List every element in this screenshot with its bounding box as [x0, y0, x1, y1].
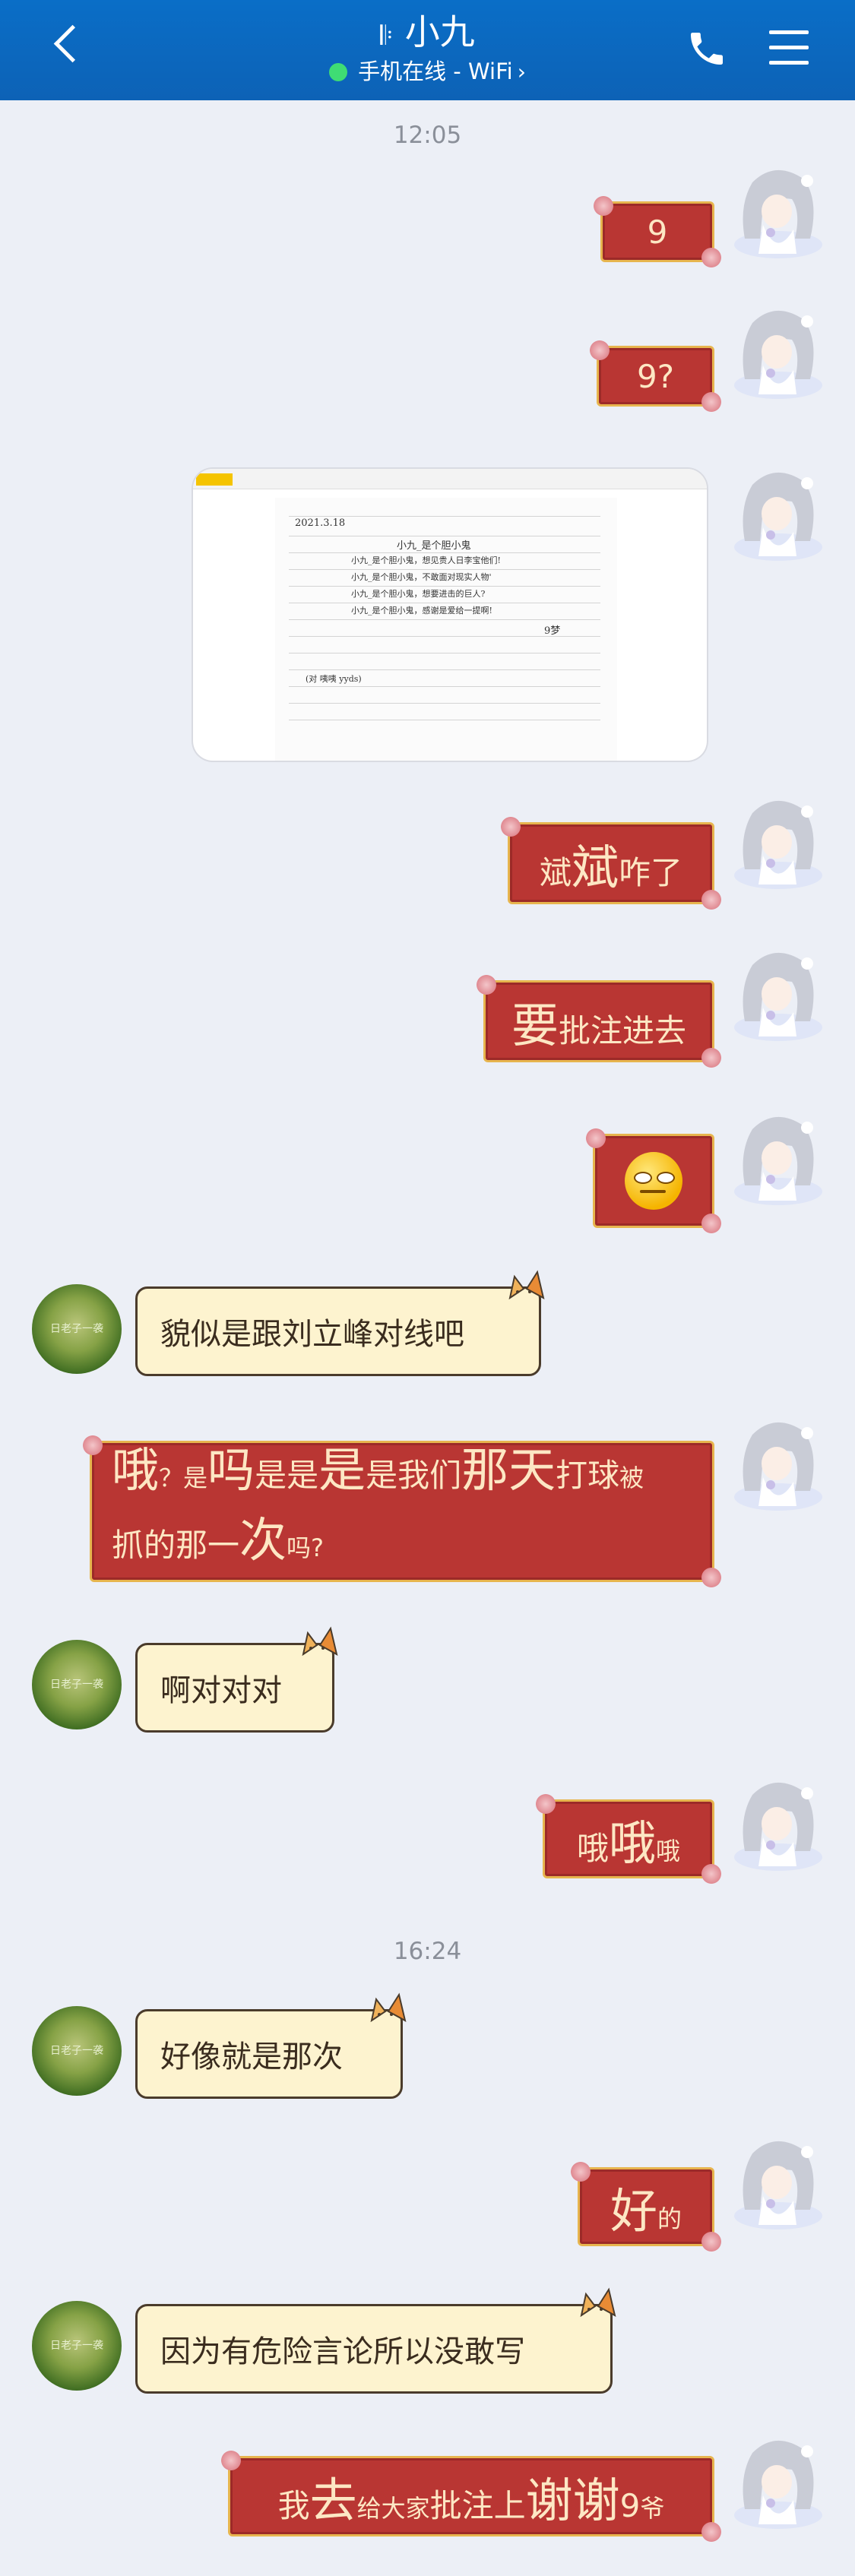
- cat-ears-icon: [580, 2287, 616, 2317]
- doc-line: 小九_是个胆小鬼，不敢面对现实人物': [351, 572, 492, 582]
- self-avatar[interactable]: [722, 462, 828, 568]
- message-text: 那天: [461, 1442, 556, 1498]
- message-text: 好像就是那次: [160, 2040, 343, 2074]
- received-message-bubble[interactable]: 好像就是那次: [135, 1992, 407, 2099]
- doc-line: 小九_是个胆小鬼，感谢是爱给一提啊!: [351, 606, 492, 616]
- self-avatar[interactable]: [722, 300, 828, 407]
- sent-message-bubble[interactable]: 9: [592, 195, 723, 269]
- self-avatar[interactable]: [722, 160, 828, 266]
- avatar-label: 日老子一袭: [50, 2045, 103, 2057]
- screenshot-tab: [196, 473, 233, 486]
- contact-avatar[interactable]: 日老子一袭: [32, 2006, 122, 2096]
- message-text: 要: [511, 998, 559, 1053]
- sent-message-bubble[interactable]: 好的: [569, 2160, 723, 2253]
- self-avatar[interactable]: [722, 1772, 828, 1878]
- image-message[interactable]: 2021.3.18 小九_是个胆小鬼 小九_是个胆小鬼，想见贵人日李宝他们! 小…: [193, 469, 707, 761]
- received-message-bubble[interactable]: 啊对对对: [135, 1626, 338, 1733]
- message-text: 打球: [556, 1457, 620, 1494]
- message-text: 谢谢: [525, 2473, 620, 2528]
- sent-message-bubble[interactable]: [584, 1127, 723, 1235]
- doc-date: 2021.3.18: [295, 517, 346, 529]
- message-text: 批注上: [429, 2487, 526, 2524]
- self-avatar[interactable]: [722, 2131, 828, 2237]
- doc-sign: 9梦: [544, 625, 561, 637]
- timestamp: 16:24: [393, 1938, 462, 1965]
- message-text: 给大家: [356, 2494, 430, 2523]
- message-text: 是是: [255, 1457, 319, 1494]
- doc-footer: (对 咦咦 yyds): [306, 674, 362, 684]
- message-text: 哦: [608, 1815, 656, 1871]
- screenshot-toolbar: [193, 469, 707, 489]
- message-text: 吗: [207, 1442, 255, 1498]
- contact-avatar[interactable]: 日老子一袭: [32, 1640, 122, 1729]
- message-text: 哦: [656, 1837, 681, 1866]
- chevron-right-icon: ›: [517, 59, 526, 84]
- message-text: 斌: [571, 840, 619, 895]
- phone-call-icon[interactable]: [686, 27, 728, 70]
- ear-icon: 𝄆: [380, 21, 393, 51]
- message-text: 次: [239, 1512, 287, 1568]
- avatar-label: 日老子一袭: [50, 1679, 103, 1691]
- contact-avatar[interactable]: 日老子一袭: [32, 1284, 122, 1374]
- timestamp: 12:05: [393, 122, 462, 149]
- sent-message-bubble[interactable]: 9?: [588, 339, 723, 413]
- message-text: 去: [309, 2473, 357, 2528]
- sent-message-bubble[interactable]: 哦哦哦: [534, 1793, 723, 1885]
- self-avatar[interactable]: [722, 1106, 828, 1213]
- message-text: 9: [647, 213, 668, 251]
- message-text: ？: [159, 1464, 184, 1492]
- message-text: 爷: [640, 2494, 665, 2523]
- cat-ears-icon: [370, 1992, 407, 2022]
- smirk-emoji-icon: [625, 1152, 682, 1210]
- message-text: 9: [619, 2487, 641, 2524]
- contact-avatar[interactable]: 日老子一袭: [32, 2301, 122, 2391]
- doc-title: 小九_是个胆小鬼: [397, 540, 471, 552]
- received-message-bubble[interactable]: 因为有危险言论所以没敢写: [135, 2287, 616, 2394]
- message-text: 我: [277, 2487, 310, 2524]
- message-text: 哦: [576, 1830, 609, 1867]
- sent-message-bubble[interactable]: 斌斌咋了: [499, 815, 723, 911]
- online-dot-icon: [329, 63, 348, 81]
- message-text: 好: [610, 2183, 657, 2239]
- message-text: 是: [318, 1442, 366, 1498]
- doc-line: 小九_是个胆小鬼，想见贵人日李宝他们!: [351, 555, 501, 565]
- message-text: 被: [619, 1464, 644, 1492]
- message-text: 抓的那一: [112, 1527, 240, 1564]
- chat-header: 𝄆 小九 手机在线 - WiFi ›: [0, 0, 855, 100]
- message-text: 是我们: [366, 1457, 462, 1494]
- message-text: 批注进去: [559, 1012, 687, 1049]
- message-text: 啊对对对: [160, 1673, 282, 1708]
- menu-icon[interactable]: [769, 30, 809, 76]
- message-text: 斌: [539, 854, 572, 891]
- cat-ears-icon: [302, 1626, 338, 1656]
- self-avatar[interactable]: [722, 2430, 828, 2536]
- doc-line: 小九_是个胆小鬼，想要进击的巨人?: [351, 589, 486, 599]
- self-avatar[interactable]: [722, 1412, 828, 1518]
- sent-message-bubble[interactable]: 要批注进去: [475, 973, 723, 1069]
- notebook-page: 2021.3.18 小九_是个胆小鬼 小九_是个胆小鬼，想见贵人日李宝他们! 小…: [275, 498, 617, 761]
- sent-message-bubble[interactable]: 我去给大家批注上谢谢9爷: [220, 2449, 723, 2543]
- avatar-label: 日老子一袭: [50, 2340, 103, 2352]
- message-text: 貌似是跟刘立峰对线吧: [160, 1317, 464, 1352]
- avatar-label: 日老子一袭: [50, 1323, 103, 1335]
- self-avatar[interactable]: [722, 790, 828, 897]
- self-avatar[interactable]: [722, 942, 828, 1049]
- message-text: 是: [183, 1464, 208, 1492]
- message-text: 9?: [636, 357, 674, 395]
- sent-message-bubble[interactable]: 哦？是吗是是是是我们那天打球被 抓的那一次吗?: [81, 1434, 723, 1589]
- message-text: 吗?: [287, 1533, 325, 1562]
- received-message-bubble[interactable]: 貌似是跟刘立峰对线吧: [135, 1270, 545, 1376]
- message-text: 的: [657, 2204, 682, 2233]
- message-text: 因为有危险言论所以没敢写: [160, 2334, 525, 2369]
- cat-ears-icon: [508, 1270, 545, 1299]
- message-text: 哦: [112, 1442, 160, 1498]
- message-text: 咋了: [619, 854, 683, 891]
